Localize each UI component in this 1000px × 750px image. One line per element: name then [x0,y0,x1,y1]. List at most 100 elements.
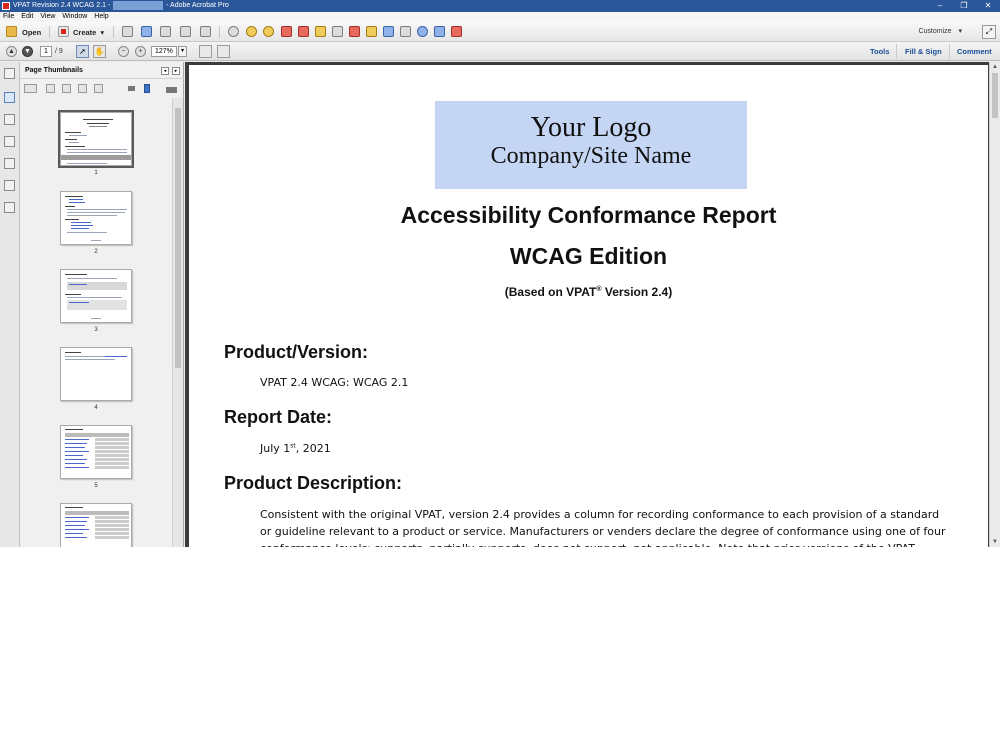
page-thumbnails-panel: Page Thumbnails ◂ ▸ 1 2 3 4 5 [20,62,184,547]
bookmark-icon[interactable] [4,92,15,103]
page-number-input[interactable]: 1 [40,46,52,57]
date-suffix: , 2021 [295,442,331,455]
compare-icon[interactable] [434,26,445,37]
scrollbar-thumb[interactable] [175,108,181,368]
page-thumbnail[interactable] [60,347,132,401]
options-menu-icon[interactable] [24,84,37,93]
window-title-suffix: - Adobe Acrobat Pro [166,2,229,9]
insert-page-icon[interactable] [46,84,55,93]
attachment-icon[interactable] [4,114,15,125]
select-cursor-icon[interactable]: ➚ [76,45,89,58]
customize-dropdown[interactable]: Customize ▾ [918,27,962,35]
based-on-suffix: Version 2.4) [601,285,673,299]
certificate-icon[interactable] [451,26,462,37]
scan-icon[interactable] [400,26,411,37]
zoom-out-button[interactable]: − [118,46,129,57]
collapse-panel-icon[interactable]: ◂ [161,67,169,75]
toolbar-divider [949,44,950,59]
protect-icon[interactable] [349,26,360,37]
scroll-up-icon[interactable]: ▲ [990,62,1000,72]
fill-sign-tab[interactable]: Fill & Sign [905,46,942,57]
next-page-button[interactable]: ▼ [22,46,33,57]
layers-icon[interactable] [4,158,15,169]
window-title-prefix: VPAT Revision 2.4 WCAG 2.1 - [13,2,111,9]
thumbnail-number: 4 [94,405,98,411]
page-total: / 9 [55,48,63,55]
triangle-up-icon[interactable] [128,86,135,91]
comment-tab[interactable]: Comment [957,46,992,57]
email-icon[interactable] [200,26,211,37]
expand-icon[interactable]: ⤢ [982,25,996,39]
menu-help[interactable]: Help [94,12,108,22]
tools-tab[interactable]: Tools [870,46,889,57]
content-icon[interactable] [4,180,15,191]
scrollbar-thumb[interactable] [992,73,998,118]
tag-icon[interactable] [4,202,15,213]
menu-edit[interactable]: Edit [21,12,33,22]
thumbnail-number: 1 [94,170,98,176]
cloud-upload-icon[interactable] [141,26,152,37]
page-thumbnail[interactable] [60,503,132,547]
organize-pages-icon[interactable] [383,26,394,37]
open-label: Open [22,27,42,37]
thumbnail-number: 2 [94,249,98,255]
thumbnail-list: 1 2 3 4 5 [20,98,172,547]
thumbnail-size-slider[interactable] [144,84,150,93]
signature-icon[interactable] [4,136,15,147]
page-thumbnail[interactable] [60,191,132,245]
mountain-icon[interactable] [166,84,177,93]
export-icon[interactable] [315,26,326,37]
close-button[interactable]: ✕ [976,0,1000,12]
toolbar-divider [896,44,897,59]
thumbnail-scrollbar[interactable] [172,98,183,547]
thumbnail-number: 3 [94,327,98,333]
page-nav-toolbar: ▲ ▼ 1 / 9 ➚ ✋ − + 127% ▾ Tools Fill & Si… [0,42,1000,61]
full-screen-icon[interactable] [217,45,230,58]
product-description-heading: Product Description: [224,473,403,493]
open-button[interactable]: Open [22,25,41,39]
panel-title: Page Thumbnails [25,67,83,74]
menu-file[interactable]: File [3,12,14,22]
report-based-on: (Based on VPAT® Version 2.4) [189,285,988,299]
settings-gear-icon[interactable] [228,26,239,37]
create-label: Create [73,27,97,37]
menu-window[interactable]: Window [62,12,87,22]
zoom-level-input[interactable]: 127% [151,46,177,57]
comment-bubble-icon[interactable] [246,26,257,37]
logo-text: Your Logo [530,112,652,143]
print-icon[interactable] [160,26,171,37]
menu-bar: File Edit View Window Help [0,12,1000,22]
page-thumbnail[interactable] [58,110,134,168]
fit-page-icon[interactable] [199,45,212,58]
chevron-down-icon[interactable]: ▾ [178,46,187,57]
combine-files-icon[interactable] [332,26,343,37]
share-icon[interactable] [417,26,428,37]
scroll-down-icon[interactable]: ▼ [990,537,1000,547]
hand-tool-icon[interactable]: ✋ [93,45,106,58]
minimize-button[interactable]: – [928,0,952,12]
stamp-icon[interactable] [298,26,309,37]
rotate-right-icon[interactable] [94,84,103,93]
create-pdf-icon [58,26,69,37]
redact-icon[interactable] [281,26,292,37]
highlight-icon[interactable] [263,26,274,37]
expand-panel-icon[interactable]: ▸ [172,67,180,75]
edit-document-icon[interactable] [180,26,191,37]
report-edition: WCAG Edition [509,243,668,269]
recycle-page-icon[interactable] [62,84,71,93]
page-thumbnail[interactable] [60,269,132,323]
pencil-icon[interactable] [366,26,377,37]
create-button[interactable]: Create ▾ [73,25,104,39]
maximize-button[interactable]: ❐ [952,0,976,12]
pdf-page: Your Logo Company/Site Name Accessibilit… [189,65,988,547]
toolbar-divider [219,26,220,38]
save-icon[interactable] [122,26,133,37]
page-thumbnail[interactable] [60,425,132,479]
rotate-left-icon[interactable] [78,84,87,93]
toolbar-divider [113,26,114,38]
document-scrollbar[interactable]: ▲ ▼ [989,62,1000,547]
menu-view[interactable]: View [40,12,55,22]
page-thumbnails-icon[interactable] [4,68,15,79]
zoom-in-button[interactable]: + [135,46,146,57]
previous-page-button[interactable]: ▲ [6,46,17,57]
